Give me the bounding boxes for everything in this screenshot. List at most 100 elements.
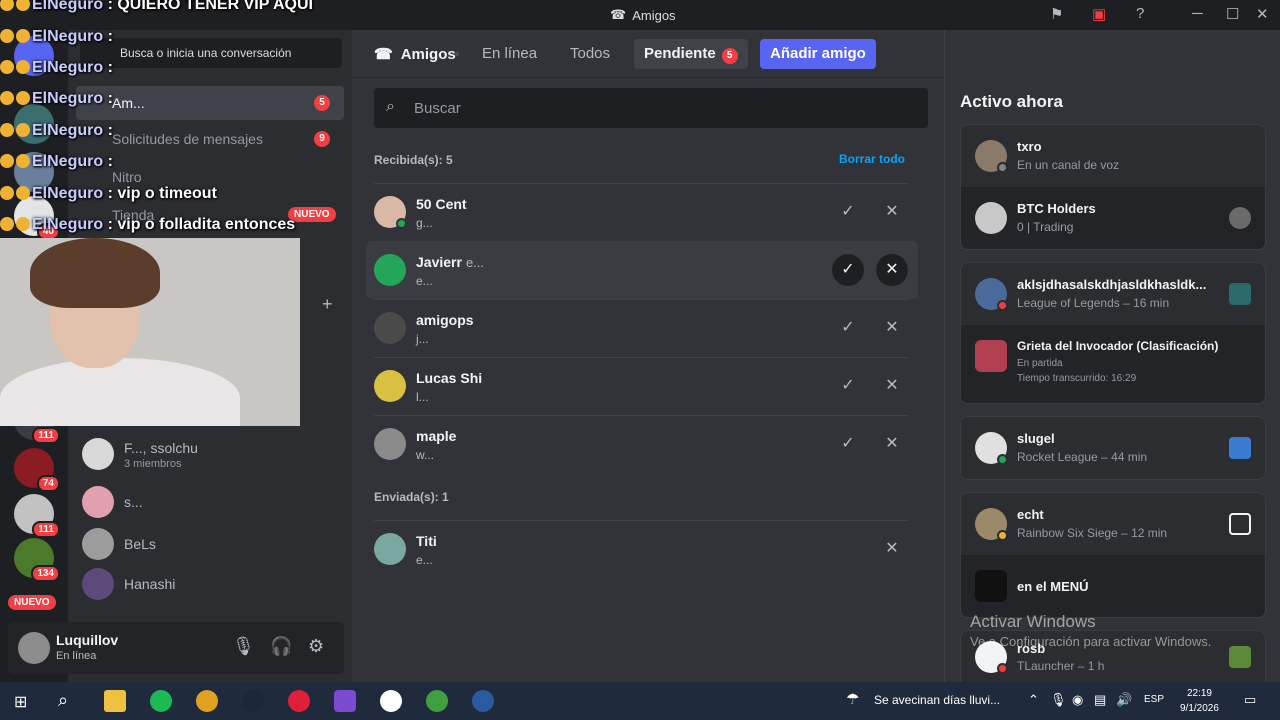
weather-text[interactable]: Se avecinan días lluvi...: [874, 693, 1000, 707]
server-icon[interactable]: 111: [14, 494, 60, 538]
sent-request-row[interactable]: Titi e... ✕: [366, 520, 918, 578]
camera-icon[interactable]: ◉: [1072, 692, 1083, 708]
friend-request-row[interactable]: amigops j... ✓ ✕: [366, 299, 918, 357]
decline-button[interactable]: ✕: [876, 254, 908, 286]
discord-avatar-icon: [374, 254, 406, 286]
clock[interactable]: 22:19 9/1/2026: [1180, 686, 1219, 716]
rocket-league-icon: [1229, 437, 1251, 459]
badge-icon: [0, 154, 14, 168]
chrome-icon[interactable]: [426, 690, 448, 712]
decline-button[interactable]: ✕: [876, 196, 908, 228]
activity-card[interactable]: echt Rainbow Six Siege – 12 min en el ME…: [960, 492, 1266, 618]
headphones-icon[interactable]: 🎧: [270, 636, 292, 657]
steam-icon[interactable]: [472, 690, 494, 712]
search-icon[interactable]: ⌕: [58, 690, 68, 711]
status-dot: [997, 162, 1008, 173]
chat-message: ElNeguro :: [0, 122, 360, 150]
opera-icon[interactable]: [288, 690, 310, 712]
friend-request-row[interactable]: 50 Cent g... ✓ ✕: [366, 183, 918, 241]
inbox-icon[interactable]: ▣: [1092, 5, 1106, 23]
activity-card[interactable]: aklsjdhasalskdhjasldkhasldk... League of…: [960, 262, 1266, 404]
friend-request-row[interactable]: maple w... ✓ ✕: [366, 415, 918, 473]
decline-button[interactable]: ✕: [876, 370, 908, 402]
windows-activation-title: Activar Windows: [970, 612, 1096, 631]
friends-icon: ☎: [374, 46, 393, 63]
spotify-icon[interactable]: [150, 690, 172, 712]
obs-icon[interactable]: [380, 690, 402, 712]
help-icon[interactable]: ?: [1136, 5, 1144, 22]
badge-icon: [16, 123, 30, 137]
windows-start-icon[interactable]: ⊞: [14, 692, 27, 712]
tab-all[interactable]: Todos: [560, 39, 620, 69]
dm-item[interactable]: Hanashi: [76, 564, 344, 604]
user-status: En línea: [56, 650, 97, 662]
avatar[interactable]: [18, 632, 50, 664]
chrome-icon[interactable]: [196, 690, 218, 712]
channel-avatar: [1229, 207, 1251, 229]
microphone-icon[interactable]: 🎙: [232, 636, 255, 657]
create-dm-icon[interactable]: +: [322, 294, 333, 315]
clear-all-link[interactable]: Borrar todo: [839, 152, 905, 166]
user-panel: Luquillov En línea 🎙 🎧 ⚙: [8, 622, 344, 674]
chat-message: ElNeguro : vip o timeout: [0, 185, 360, 213]
language-indicator[interactable]: ESP: [1144, 694, 1164, 705]
dm-item[interactable]: BeLs: [76, 524, 344, 564]
accept-button[interactable]: ✓: [832, 196, 864, 228]
friend-request-row[interactable]: Lucas Shi l... ✓ ✕: [366, 357, 918, 415]
chevron-up-icon[interactable]: ⌃: [1028, 692, 1039, 708]
badge-icon: [0, 0, 14, 11]
network-icon[interactable]: ▤: [1094, 692, 1106, 708]
avatar: [374, 428, 406, 460]
activity-card[interactable]: slugel Rocket League – 44 min: [960, 416, 1266, 480]
server-icon[interactable]: 134: [14, 538, 60, 582]
notifications-icon[interactable]: ▭: [1244, 692, 1256, 708]
badge-icon: [0, 123, 14, 137]
close-button[interactable]: ✕: [1256, 5, 1269, 23]
sent-section-title: Enviada(s): 1: [374, 490, 449, 504]
windows-taskbar: ⊞ ⌕ ☂ Se avecinan días lluvi... ⌃ 🎙 ◉ ▤ …: [0, 682, 1280, 720]
badge-icon: [16, 0, 30, 11]
activity-card[interactable]: txro En un canal de voz BTC Holders 0 | …: [960, 124, 1266, 250]
activity-row: txro En un canal de voz: [961, 125, 1265, 187]
avatar: [374, 370, 406, 402]
tab-pending[interactable]: Pendiente 5: [634, 39, 748, 69]
badge-icon: [16, 60, 30, 74]
flag-icon[interactable]: ⚑: [1050, 5, 1063, 23]
file-explorer-icon[interactable]: [104, 690, 126, 712]
discord-taskbar-icon[interactable]: [334, 690, 356, 712]
badge-icon: [16, 186, 30, 200]
search-input[interactable]: [414, 98, 894, 118]
minimize-button[interactable]: ─: [1192, 5, 1203, 22]
accept-button[interactable]: ✓: [832, 254, 864, 286]
cancel-request-button[interactable]: ✕: [876, 533, 908, 565]
dm-item[interactable]: s...: [76, 482, 344, 522]
server-icon[interactable]: 74: [14, 448, 60, 492]
received-section-title: Recibida(s): 5: [374, 153, 453, 167]
league-of-legends-icon: [1229, 283, 1251, 305]
accept-button[interactable]: ✓: [832, 312, 864, 344]
activity-row: BTC Holders 0 | Trading: [961, 187, 1265, 249]
decline-button[interactable]: ✕: [876, 312, 908, 344]
accept-button[interactable]: ✓: [832, 370, 864, 402]
steam-icon[interactable]: [242, 690, 264, 712]
add-friend-button[interactable]: Añadir amigo: [760, 39, 876, 69]
dm-item[interactable]: F..., ssolchu 3 miembros: [76, 434, 344, 474]
username: Luquillov: [56, 632, 119, 648]
unread-badge: 111: [32, 521, 60, 538]
decline-button[interactable]: ✕: [876, 428, 908, 460]
search-field: ⌕: [374, 88, 928, 128]
activity-row: slugel Rocket League – 44 min: [961, 417, 1265, 479]
webcam-overlay: [0, 238, 300, 426]
accept-button[interactable]: ✓: [832, 428, 864, 460]
settings-gear-icon[interactable]: ⚙: [308, 636, 324, 657]
microphone-icon[interactable]: 🎙: [1050, 692, 1067, 708]
volume-icon[interactable]: 🔊: [1116, 692, 1132, 708]
rainbow-six-siege-icon: [1229, 513, 1251, 535]
status-dot: [997, 300, 1008, 311]
pending-count-badge: 5: [721, 48, 738, 64]
unread-badge: 74: [36, 475, 60, 492]
window-title: ☎ Amigos: [610, 7, 676, 23]
tab-online[interactable]: En línea: [472, 39, 547, 69]
friend-request-row[interactable]: Javierr e... e... ✓ ✕: [366, 241, 918, 299]
maximize-button[interactable]: ☐: [1226, 5, 1239, 23]
